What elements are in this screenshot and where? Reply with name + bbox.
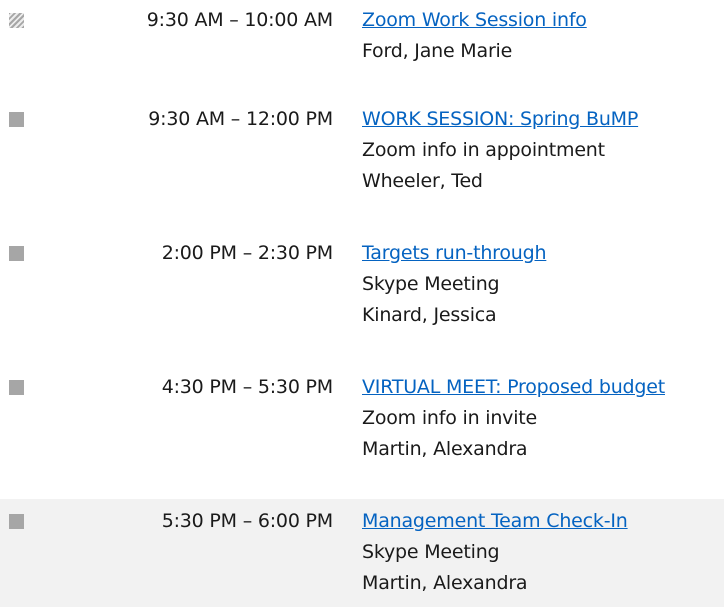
event-row: 5:30 PM – 6:00 PM Management Team Check-…	[0, 499, 724, 607]
busy-status-icon	[9, 246, 24, 261]
event-title-link[interactable]: Zoom Work Session info	[362, 9, 587, 31]
event-time: 2:00 PM – 2:30 PM	[161, 242, 333, 264]
busy-status-icon	[9, 514, 24, 529]
event-row: 9:30 AM – 10:00 AM Zoom Work Session inf…	[0, 0, 724, 79]
event-time: 4:30 PM – 5:30 PM	[161, 376, 333, 398]
event-time: 5:30 PM – 6:00 PM	[161, 510, 333, 532]
tentative-status-icon	[9, 13, 24, 28]
event-row: 2:00 PM – 2:30 PM Targets run-through Sk…	[0, 237, 724, 345]
event-location: Zoom info in invite	[362, 407, 538, 429]
event-organizer: Martin, Alexandra	[362, 438, 528, 460]
event-location: Skype Meeting	[362, 541, 500, 563]
event-row: 9:30 AM – 12:00 PM WORK SESSION: Spring …	[0, 103, 724, 211]
event-title-link[interactable]: Targets run-through	[362, 242, 547, 264]
event-location: Skype Meeting	[362, 273, 500, 295]
event-organizer: Kinard, Jessica	[362, 304, 497, 326]
event-row: 4:30 PM – 5:30 PM VIRTUAL MEET: Proposed…	[0, 371, 724, 479]
event-location: Zoom info in appointment	[362, 139, 605, 161]
busy-status-icon	[9, 112, 24, 127]
event-title-link[interactable]: Management Team Check-In	[362, 510, 628, 532]
event-organizer: Martin, Alexandra	[362, 572, 528, 594]
event-title-link[interactable]: WORK SESSION: Spring BuMP	[362, 108, 638, 130]
busy-status-icon	[9, 380, 24, 395]
event-title-link[interactable]: VIRTUAL MEET: Proposed budget	[362, 376, 665, 398]
event-organizer: Wheeler, Ted	[362, 170, 483, 192]
agenda-list: 9:30 AM – 10:00 AM Zoom Work Session inf…	[0, 0, 724, 607]
event-time: 9:30 AM – 12:00 PM	[148, 108, 333, 130]
event-time: 9:30 AM – 10:00 AM	[146, 9, 333, 31]
event-organizer: Ford, Jane Marie	[362, 40, 513, 62]
